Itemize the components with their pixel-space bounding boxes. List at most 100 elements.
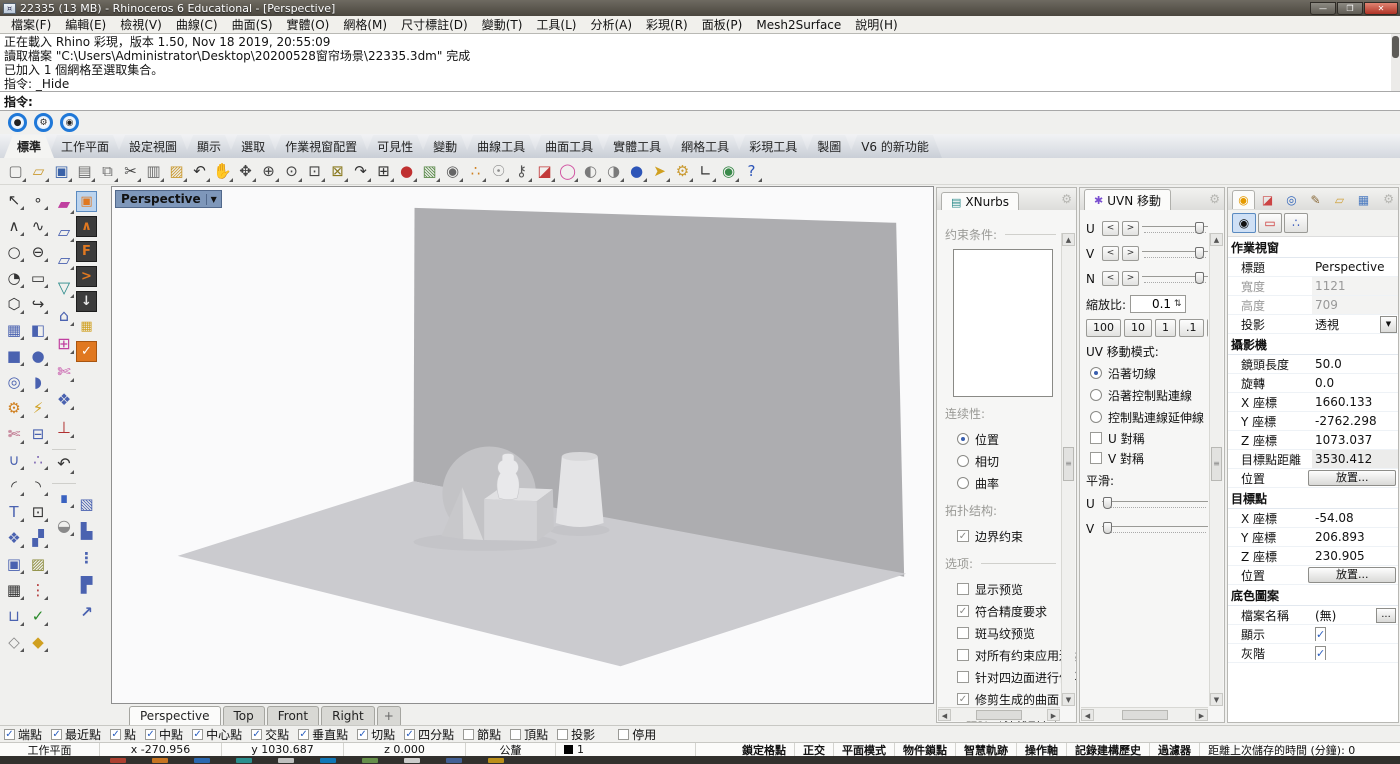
rendering-tab-icon[interactable]: ◎ xyxy=(1280,190,1303,209)
drafting-icon[interactable]: ▧ xyxy=(418,160,441,183)
command-history-scrollbar[interactable] xyxy=(1391,34,1400,91)
properties-tab-icon[interactable]: ◉ xyxy=(1232,190,1255,209)
gear-icon[interactable]: ⚙ xyxy=(1061,192,1072,206)
lens-length-value[interactable]: 50.0 xyxy=(1312,357,1398,371)
spinner-icon[interactable]: ⇅ xyxy=(1174,299,1182,309)
osnap-checkbox[interactable]: 端點 xyxy=(4,726,42,743)
box-icon[interactable]: ■ xyxy=(2,343,26,369)
open-file-icon[interactable]: ▱ xyxy=(27,160,50,183)
continuity-radio[interactable]: 位置 xyxy=(945,428,1056,450)
trim-icon[interactable]: ✄ xyxy=(2,421,26,447)
page-flip-icon[interactable]: ▰ xyxy=(52,189,76,217)
offset-icon[interactable]: ⊔ xyxy=(2,603,26,629)
render-plugin-icon-3[interactable]: ◉ xyxy=(60,113,79,132)
uvn-vertical-scrollbar[interactable]: ▲≡▼ xyxy=(1209,233,1223,706)
split-icon[interactable]: ⊟ xyxy=(26,421,50,447)
scale-preset-button[interactable]: 10 xyxy=(1124,319,1152,337)
target-y-value[interactable]: 206.893 xyxy=(1312,530,1398,544)
center-mark-icon[interactable]: ◉ xyxy=(441,160,464,183)
cplane-b-icon[interactable]: ▱ xyxy=(52,245,76,273)
taskbar-app-icon[interactable] xyxy=(404,758,420,763)
undo-small-icon[interactable]: ↶ xyxy=(52,449,76,477)
taskbar-app-icon[interactable] xyxy=(320,758,336,763)
osnap-checkbox[interactable]: 切點 xyxy=(357,726,395,743)
lamp-icon[interactable]: ☉ xyxy=(487,160,510,183)
tab-standard[interactable]: 標準 xyxy=(4,135,54,158)
tab-set-view[interactable]: 設定視圖 xyxy=(116,135,190,158)
osnap-checkbox[interactable]: 點 xyxy=(110,726,136,743)
xnurbs-shield-icon[interactable]: ▣ xyxy=(76,191,97,212)
layer-pane[interactable]: 1 xyxy=(556,743,696,756)
palette-next-icon[interactable]: > xyxy=(76,266,97,287)
zoom-in-icon[interactable]: ⊕ xyxy=(257,160,280,183)
target-z-value[interactable]: 230.905 xyxy=(1312,549,1398,563)
target-x-value[interactable]: -54.08 xyxy=(1312,511,1398,525)
solid-tool-icon[interactable]: ▧ xyxy=(76,493,97,514)
xnurbs-panel-tab[interactable]: ▤ XNurbs xyxy=(941,192,1019,210)
ortho-toggle[interactable]: 正交 xyxy=(795,743,834,756)
camera-z-value[interactable]: 1073.037 xyxy=(1312,433,1398,447)
wallpaper-filename-value[interactable]: (無) xyxy=(1312,607,1376,624)
planar-toggle[interactable]: 平面模式 xyxy=(834,743,895,756)
place-camera-button[interactable]: 放置... xyxy=(1308,470,1396,486)
ellipse-icon[interactable]: ⊖ xyxy=(26,239,50,265)
tab-mesh-tools[interactable]: 網格工具 xyxy=(668,135,742,158)
scale-preset-button[interactable]: 100 xyxy=(1086,319,1121,337)
step-left-button[interactable]: < xyxy=(1102,271,1119,286)
scale-arrow-icon[interactable]: ↗ xyxy=(76,601,97,622)
step-right-button[interactable]: > xyxy=(1122,221,1139,236)
color-wheel-icon[interactable]: ◯ xyxy=(556,160,579,183)
history-toggle[interactable]: 記錄建構歷史 xyxy=(1067,743,1150,756)
taskbar-app-icon[interactable] xyxy=(488,758,504,763)
array-icon[interactable]: ▦ xyxy=(2,577,26,603)
camera-x-value[interactable]: 1660.133 xyxy=(1312,395,1398,409)
chamfer-icon[interactable]: ◝ xyxy=(26,473,50,499)
control-point-curve-icon[interactable]: ∿ xyxy=(26,213,50,239)
continuity-radio[interactable]: 曲率 xyxy=(945,472,1056,494)
earth-icon[interactable]: ◉ xyxy=(717,160,740,183)
menu-item[interactable]: 網格(M) xyxy=(336,16,394,33)
polyline-icon[interactable]: ∧ xyxy=(2,213,26,239)
help-icon[interactable]: ? xyxy=(740,160,763,183)
tab-curve-tools[interactable]: 曲線工具 xyxy=(464,135,538,158)
layers-tab-icon[interactable]: ◪ xyxy=(1256,190,1279,209)
option-checkbox[interactable]: 斑马纹预览 xyxy=(945,622,1056,644)
taskbar-app-icon[interactable] xyxy=(194,758,210,763)
analyze-icon[interactable]: ◆ xyxy=(26,629,50,655)
export-icon[interactable]: ⧉ xyxy=(96,160,119,183)
tab-viewport-layout[interactable]: 作業視窗配置 xyxy=(272,135,370,158)
browse-file-button[interactable]: ... xyxy=(1376,608,1396,623)
viewport-tab-top[interactable]: Top xyxy=(223,706,265,725)
osnap-checkbox[interactable]: 四分點 xyxy=(404,726,454,743)
scale-preset-button[interactable]: .1 xyxy=(1179,319,1204,337)
torus-icon[interactable]: ◎ xyxy=(2,369,26,395)
xnurbs-vertical-scrollbar[interactable]: ▲≡▼ xyxy=(1061,233,1075,706)
grid-quad-icon[interactable]: ⊞ xyxy=(52,329,76,357)
projection-value[interactable]: 透視 xyxy=(1312,316,1380,333)
text-icon[interactable]: T xyxy=(2,499,26,525)
tab-surface-tools[interactable]: 曲面工具 xyxy=(532,135,606,158)
tab-cplane[interactable]: 工作平面 xyxy=(48,135,122,158)
tab-transform[interactable]: 變動 xyxy=(420,135,470,158)
taskbar-app-icon[interactable] xyxy=(446,758,462,763)
trash-icon[interactable]: ∎ xyxy=(52,483,76,511)
wallpaper-button[interactable]: ▭ xyxy=(1258,213,1282,233)
shaded-view-icon[interactable]: ◑ xyxy=(602,160,625,183)
units-pane[interactable]: 公釐 xyxy=(466,743,556,756)
command-input[interactable] xyxy=(39,94,1396,108)
target-points-button[interactable]: ∴ xyxy=(1284,213,1308,233)
plugin-puzzle-icon[interactable]: ⚙ xyxy=(2,395,26,421)
patch-points-icon[interactable]: ❖ xyxy=(52,385,76,413)
files-tab-icon[interactable]: ▱ xyxy=(1328,190,1351,209)
group-icon[interactable]: ❖ xyxy=(2,525,26,551)
constraints-listbox[interactable] xyxy=(953,249,1053,397)
menu-item[interactable]: Mesh2Surface xyxy=(749,18,848,32)
minimize-button[interactable]: — xyxy=(1310,2,1336,15)
uvn-horizontal-scrollbar[interactable]: ◀▶ xyxy=(1081,707,1208,721)
option-checkbox[interactable]: 针对四边面进行优化 xyxy=(945,666,1056,688)
menu-item[interactable]: 曲線(C) xyxy=(169,16,225,33)
rotation-value[interactable]: 0.0 xyxy=(1312,376,1398,390)
options-gears-icon[interactable]: ⚙ xyxy=(671,160,694,183)
menu-item[interactable]: 面板(P) xyxy=(695,16,750,33)
menu-item[interactable]: 尺寸標註(D) xyxy=(394,16,475,33)
